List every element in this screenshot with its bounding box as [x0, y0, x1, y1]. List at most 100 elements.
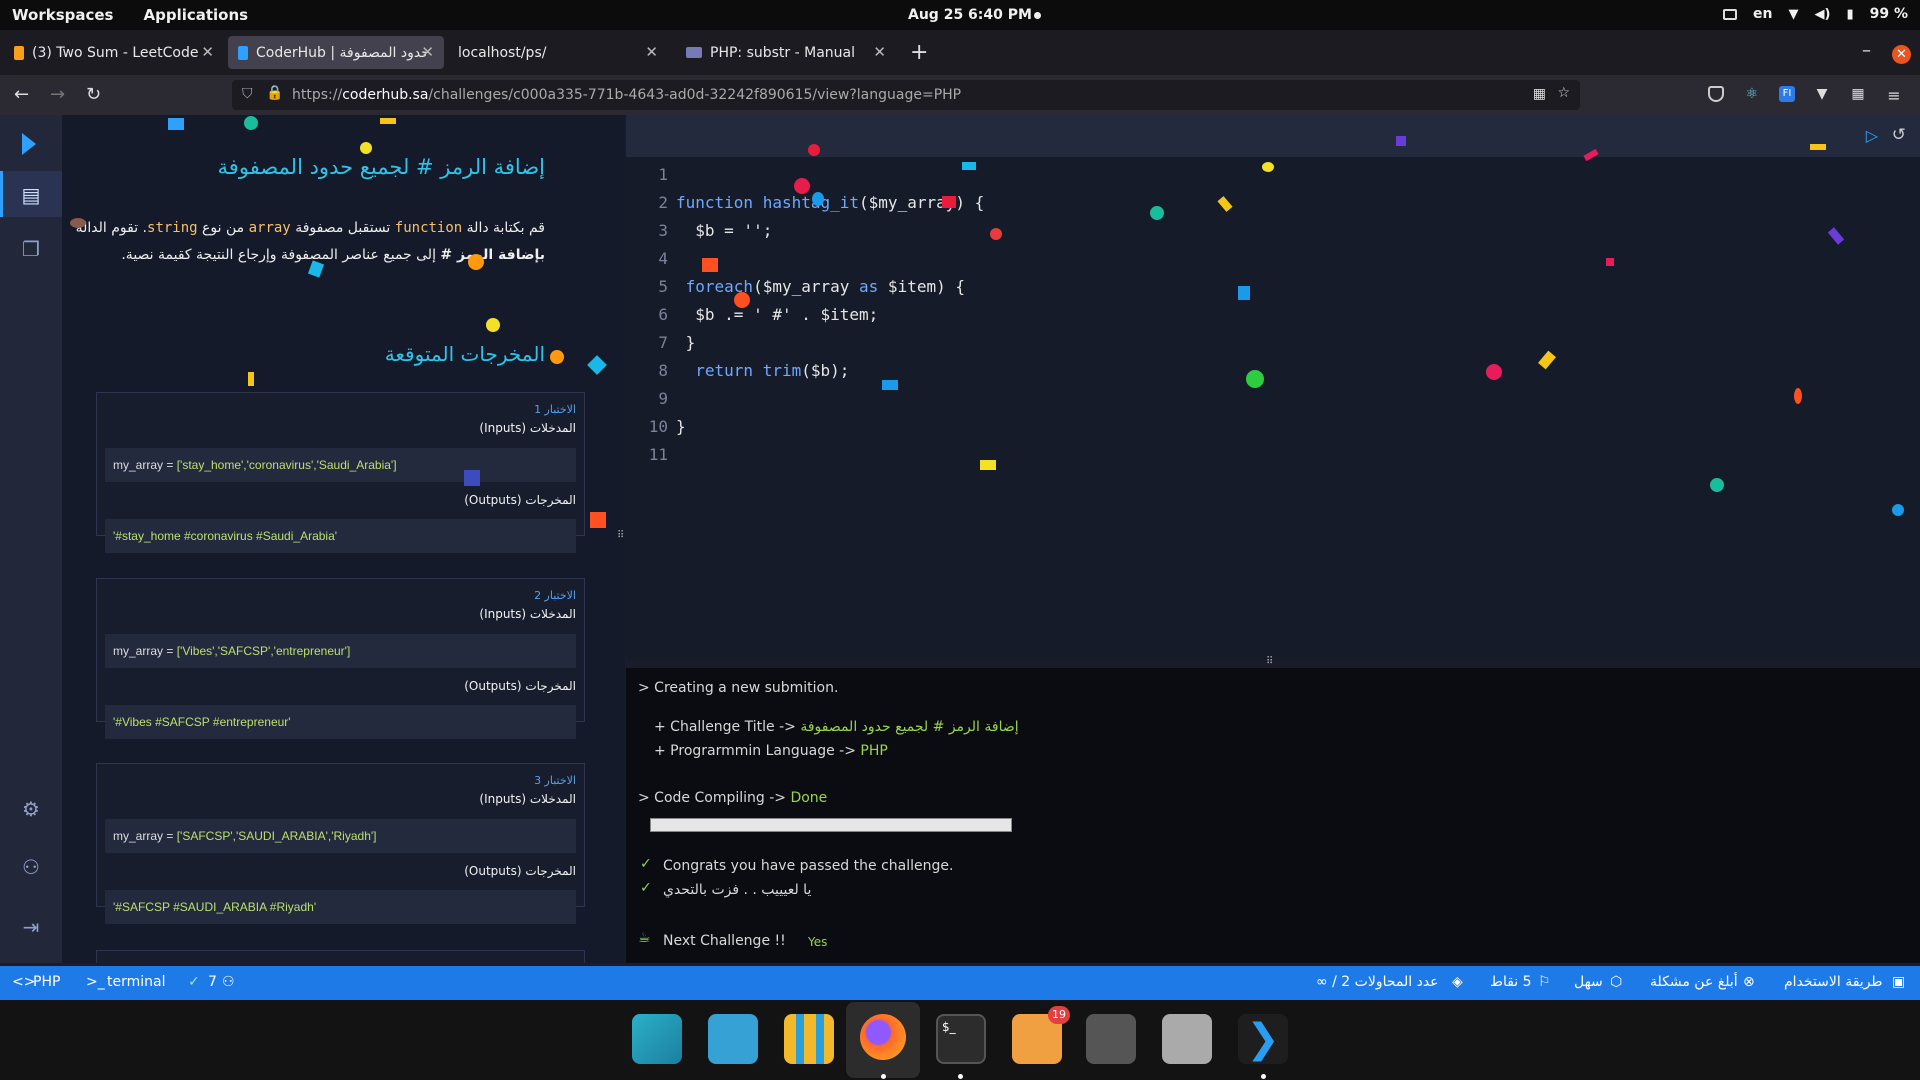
description-icon[interactable]: ▤ — [19, 183, 43, 207]
inputs-label: المدخلات (Inputs) — [479, 421, 576, 435]
editor-resize-handle[interactable]: ⠿ — [1266, 656, 1273, 667]
outputs-label: المخرجات (Outputs) — [464, 679, 576, 693]
firefox-logo — [860, 1014, 906, 1060]
language-indicator[interactable]: en — [1753, 6, 1772, 22]
user-icon[interactable]: ⚇ — [19, 855, 43, 879]
window-manager-icon[interactable] — [708, 1014, 758, 1064]
app-sidebar: ▤ ❐ ⚙ ⚇ ⇥ — [0, 115, 62, 963]
editor-toolbar: ▷ ↺ — [626, 115, 1920, 157]
back-button[interactable]: ← — [14, 84, 29, 105]
next-challenge-label: Next Challenge !! — [663, 933, 786, 949]
tab-localhost[interactable]: localhost/ps/ ✕ — [448, 36, 668, 69]
confetti-piece — [468, 254, 484, 270]
notification-badge: 19 — [1048, 1006, 1070, 1024]
bookmark-star-icon[interactable]: ☆ — [1557, 85, 1570, 101]
url-path: /challenges/c000a335-771b-4643-ad0d-3224… — [428, 87, 962, 103]
volume-icon[interactable]: ◀) — [1815, 7, 1831, 22]
extension-fi-icon[interactable]: FI — [1779, 86, 1795, 102]
confetti-piece — [550, 350, 564, 364]
help-icon: ▣ — [1892, 974, 1906, 990]
confetti-piece — [812, 192, 824, 206]
close-tab-icon[interactable]: ✕ — [645, 43, 658, 61]
app-grid-icon[interactable] — [784, 1014, 834, 1064]
vscode-icon[interactable]: ❯ — [1238, 1014, 1288, 1064]
test-input: my_array = ['SAFCSP','SAUDI_ARABIA','Riy… — [105, 819, 576, 853]
next-challenge-yes-button[interactable]: Yes — [808, 935, 827, 949]
confetti-piece — [980, 460, 996, 470]
address-bar[interactable]: ⛉ 🔒 https://coderhub.sa/challenges/c000a… — [232, 80, 1580, 110]
battery-icon[interactable]: ▮ — [1846, 7, 1853, 22]
terminal-icon: >_ — [86, 974, 105, 990]
confetti-piece — [1892, 504, 1904, 516]
confetti-piece — [808, 144, 820, 156]
points: 5 نقاط — [1490, 974, 1532, 990]
flag-icon: ⚐ — [1538, 974, 1551, 990]
language-indicator[interactable]: PHP — [33, 974, 60, 990]
pocket-icon[interactable] — [1708, 86, 1724, 102]
tab-leetcode[interactable]: (3) Two Sum - LeetCode ✕ — [4, 36, 224, 69]
logout-icon[interactable]: ⇥ — [19, 915, 43, 939]
test-number: الاختبار 2 — [534, 589, 576, 602]
coderhub-logo[interactable] — [22, 133, 36, 155]
confetti-piece — [734, 292, 750, 308]
confetti-piece — [486, 318, 500, 332]
confetti-piece — [962, 162, 976, 170]
browser-nav-bar: ← → ↻ ⛉ 🔒 https://coderhub.sa/challenges… — [0, 75, 1920, 115]
applications-menu[interactable]: Applications — [143, 6, 248, 24]
reload-button[interactable]: ↻ — [86, 84, 101, 105]
firefox-icon[interactable] — [846, 1002, 920, 1078]
confetti-piece — [380, 118, 396, 124]
check-icon: ✓ — [188, 974, 200, 990]
terminal-app-icon[interactable]: $_ — [936, 1014, 986, 1064]
lock-icon[interactable]: 🔒 — [266, 85, 283, 101]
tab-php-manual[interactable]: PHP: substr - Manual ✕ — [676, 36, 896, 69]
run-icon[interactable]: ▷ — [1866, 126, 1878, 145]
terminal-toggle[interactable]: terminal — [107, 974, 165, 990]
screen-share-icon[interactable] — [1723, 8, 1738, 20]
check-icon: ✓ — [640, 880, 652, 896]
code-icon: <> — [12, 974, 36, 990]
tab-coderhub[interactable]: CoderHub | حدود المصفوفة ... ✕ — [228, 36, 444, 69]
search-app-icon[interactable] — [632, 1014, 682, 1064]
status-bar: <> PHP >_ terminal ✓ 7 ⚇ عدد المحاولات 2… — [0, 966, 1920, 1000]
settings-app-icon[interactable] — [1086, 1014, 1136, 1064]
confetti-piece — [1262, 162, 1274, 172]
test-case-4 — [96, 950, 585, 963]
terminal-line: > Code Compiling -> Done — [638, 790, 828, 806]
terminal-line: + Challenge Title -> إضافة الرمز # لجميع… — [654, 719, 1019, 735]
confetti-piece — [1238, 286, 1250, 300]
how-to-use-link[interactable]: طريقة الاستخدام — [1784, 974, 1883, 990]
shield-icon[interactable]: ⛉ — [242, 86, 253, 102]
forward-button[interactable]: → — [50, 84, 65, 105]
extensions-icon[interactable]: ▦ — [1850, 86, 1866, 102]
clock[interactable]: Aug 25 6:40 PM — [908, 7, 1032, 23]
workspaces-menu[interactable]: Workspaces — [12, 6, 113, 24]
close-tab-icon[interactable]: ✕ — [201, 43, 214, 61]
terminal-line: > Creating a new submition. — [638, 680, 839, 696]
system-top-bar: Workspaces Applications Aug 25 6:40 PM e… — [0, 0, 1920, 30]
report-issue-link[interactable]: أبلغ عن مشكلة — [1650, 974, 1738, 990]
reset-icon[interactable]: ↺ — [1892, 125, 1906, 145]
confetti-piece — [882, 380, 898, 390]
files-app-icon[interactable] — [1162, 1014, 1212, 1064]
close-tab-icon[interactable]: ✕ — [873, 43, 886, 61]
new-tab-button[interactable]: + — [910, 40, 928, 65]
vue-devtools-icon[interactable]: ▼ — [1814, 86, 1830, 102]
confetti-piece — [1486, 364, 1502, 380]
panel-resize-handle[interactable]: ⠿ — [617, 530, 624, 541]
close-tab-icon[interactable]: ✕ — [421, 43, 434, 61]
test-number: الاختبار 1 — [534, 403, 576, 416]
url-prefix: https:// — [292, 87, 343, 103]
window-close-button[interactable]: ✕ — [1892, 45, 1911, 64]
confetti-piece — [1710, 478, 1724, 492]
qr-code-icon[interactable]: ▦ — [1533, 86, 1546, 102]
compile-progress-bar — [650, 818, 1012, 832]
wifi-icon[interactable]: ▼ — [1789, 7, 1799, 22]
menu-icon[interactable]: ≡ — [1886, 86, 1902, 105]
react-devtools-icon[interactable]: ⚛ — [1744, 86, 1760, 102]
settings-gear-icon[interactable]: ⚙ — [19, 797, 43, 821]
minimize-button[interactable]: – — [1862, 40, 1871, 61]
terminal-line: يا لعيييب . . فزت بالتحدي — [663, 882, 812, 898]
submissions-icon[interactable]: ❐ — [19, 237, 43, 261]
test-output: '#stay_home #coronavirus #Saudi_Arabia' — [105, 519, 576, 553]
